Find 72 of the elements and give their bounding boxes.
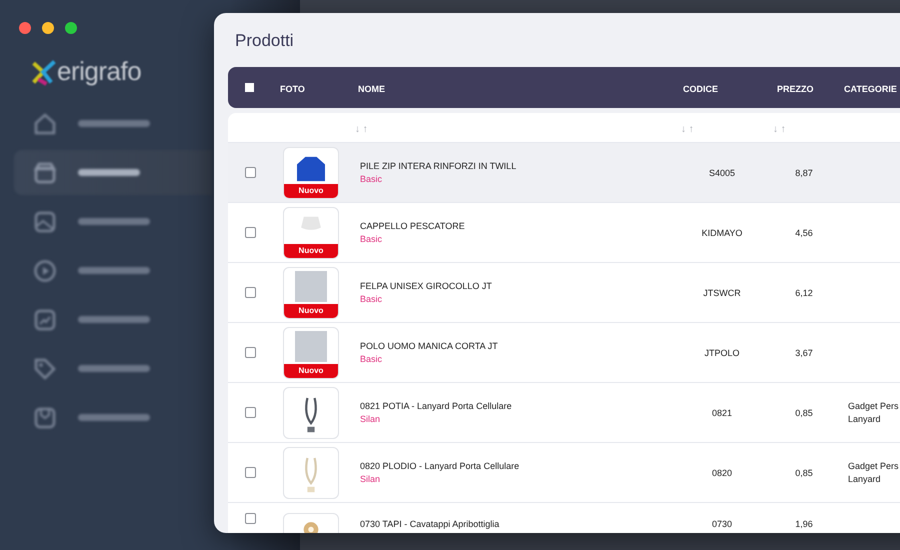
image-icon [33,210,57,234]
tag-icon [33,356,57,380]
product-code: 0821 [712,408,732,418]
table-row[interactable]: Nuovo PILE ZIP INTERA RINFORZI IN TWILL Basic S4005 8,87 [228,143,900,203]
product-code: 0730 [712,519,732,529]
product-code: 0820 [712,468,732,478]
blurred-label-bar [78,414,150,421]
home-icon [33,112,57,136]
new-badge: Nuovo [284,244,338,258]
box-icon [33,406,57,430]
product-brand: Basic [360,354,384,364]
new-badge: Nuovo [284,184,338,198]
product-price: 8,87 [795,168,813,178]
new-badge: Nuovo [284,364,338,378]
product-name: 0821 POTIA - Lanyard Porta Cellulare [360,401,513,411]
product-price: 0,85 [795,408,813,418]
window-control-dot[interactable] [19,22,31,34]
column-header[interactable]: PREZZO [768,84,814,94]
product-brand: Basic [360,174,384,184]
row-checkbox[interactable] [245,513,256,524]
photo-placeholder [295,330,327,362]
row-checkbox[interactable] [245,287,256,298]
product-code: KIDMAYO [702,228,742,238]
product-price: 0,85 [795,468,813,478]
column-header[interactable]: NOME [350,84,385,94]
product-name: CAPPELLO PESCATORE [360,221,466,231]
page-title: Prodotti [235,31,295,52]
row-checkbox[interactable] [245,227,256,238]
column-header[interactable]: FOTO [272,84,305,94]
product-brand: Basic [360,234,384,244]
blurred-label-bar [78,218,150,225]
product-name: 0730 TAPI - Cavatappi Apribottiglia [360,519,500,529]
blurred-label-bar [78,267,150,274]
product-price: 4,56 [795,228,813,238]
product-price: 1,96 [795,519,813,529]
window-control-dot[interactable] [42,22,54,34]
select-all-checkbox[interactable] [245,83,254,92]
blurred-label-bar [78,316,150,323]
product-price: 6,12 [795,288,813,298]
product-code: JTPOLO [704,348,740,358]
product-price: 3,67 [795,348,813,358]
product-name: FELPA UNISEX GIROCOLLO JT [360,281,493,291]
store-icon [33,160,57,184]
new-badge: Nuovo [284,304,338,318]
product-category: Gadget Pers [848,401,900,411]
product-name: 0820 PLODIO - Lanyard Porta Cellulare [360,461,520,471]
product-name: PILE ZIP INTERA RINFORZI IN TWILL [360,161,518,171]
logo-text: erigrafo [57,56,142,87]
chart-icon [33,308,57,332]
jacket-drawing [295,154,327,182]
product-category: Gadget Pers [848,461,900,471]
column-header[interactable]: CATEGORIE [840,84,897,94]
blurred-label-bar [78,169,140,176]
product-brand: Silan [360,414,382,424]
product-brand: Silan [360,474,382,484]
blurred-label-bar [78,365,150,372]
product-code: S4005 [708,168,736,178]
row-checkbox[interactable] [245,407,256,418]
product-brand: Basic [360,294,384,304]
photo-placeholder [295,270,327,302]
window-control-dot[interactable] [65,22,77,34]
column-header[interactable]: CODICE [676,84,718,94]
row-checkbox[interactable] [245,467,256,478]
sidebar-item[interactable] [14,150,212,195]
product-name: POLO UOMO MANICA CORTA JT [360,341,499,351]
play-icon [33,258,57,282]
product-category: Lanyard [848,474,882,484]
blurred-label-bar [78,120,150,127]
row-checkbox[interactable] [245,167,256,178]
product-category: Lanyard [848,414,882,424]
row-checkbox[interactable] [245,347,256,358]
product-code: JTSWCR [703,288,741,298]
